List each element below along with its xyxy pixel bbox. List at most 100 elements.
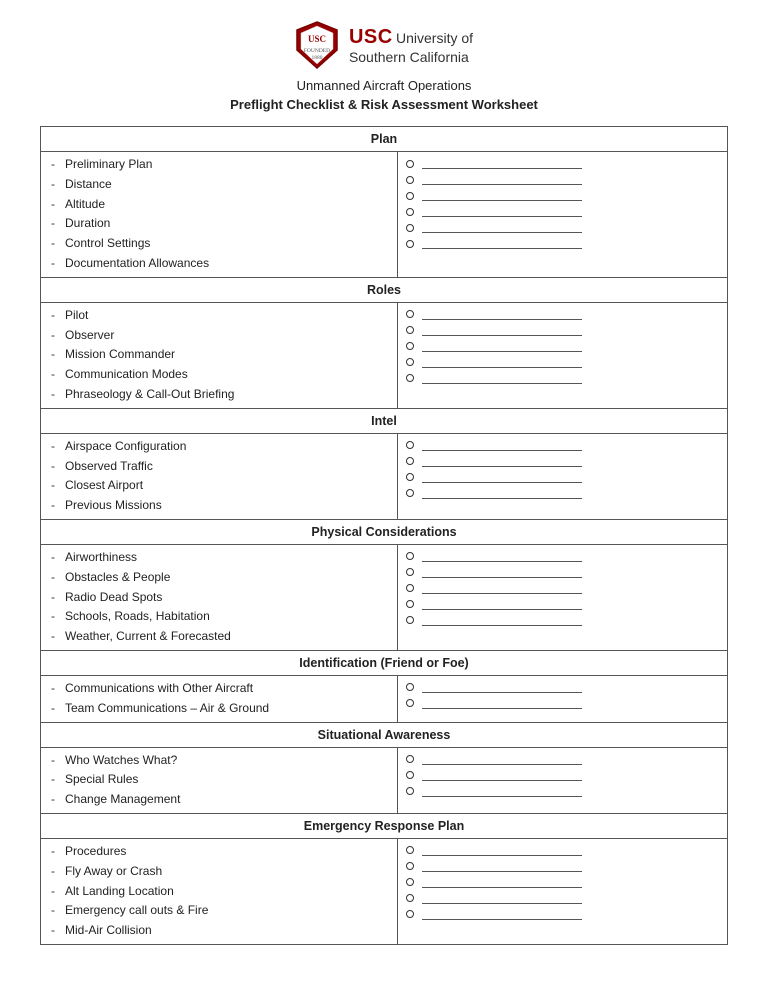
fill-line[interactable] xyxy=(422,890,582,904)
list-item: -Previous Missions xyxy=(51,496,391,516)
list-item: -Mid-Air Collision xyxy=(51,921,391,941)
fill-line[interactable] xyxy=(422,322,582,336)
check-row xyxy=(406,219,719,233)
section-left-5: -Who Watches What?-Special Rules-Change … xyxy=(41,747,398,813)
fill-line[interactable] xyxy=(422,469,582,483)
check-row xyxy=(406,874,719,888)
circle-icon xyxy=(406,457,414,465)
fill-line[interactable] xyxy=(422,203,582,217)
check-row xyxy=(406,338,719,352)
fill-line[interactable] xyxy=(422,783,582,797)
usc-fullname-line2: Southern California xyxy=(349,49,473,66)
fill-line[interactable] xyxy=(422,564,582,578)
fill-line[interactable] xyxy=(422,751,582,765)
check-row xyxy=(406,155,719,169)
list-item: -Airworthiness xyxy=(51,548,391,568)
item-label: Airworthiness xyxy=(65,548,137,568)
dash-icon: - xyxy=(51,306,61,326)
check-row xyxy=(406,370,719,384)
circle-icon xyxy=(406,616,414,624)
list-item: -Duration xyxy=(51,214,391,234)
dash-icon: - xyxy=(51,607,61,627)
fill-line[interactable] xyxy=(422,485,582,499)
circle-icon xyxy=(406,192,414,200)
dash-icon: - xyxy=(51,790,61,810)
fill-line[interactable] xyxy=(422,219,582,233)
section-header-3: Physical Considerations xyxy=(41,519,728,544)
fill-line[interactable] xyxy=(422,338,582,352)
circle-icon xyxy=(406,699,414,707)
circle-icon xyxy=(406,878,414,886)
fill-line[interactable] xyxy=(422,548,582,562)
section-left-4: -Communications with Other Aircraft-Team… xyxy=(41,675,398,722)
circle-icon xyxy=(406,568,414,576)
circle-icon xyxy=(406,473,414,481)
item-label: Change Management xyxy=(65,790,180,810)
list-item: -Special Rules xyxy=(51,770,391,790)
check-row xyxy=(406,171,719,185)
section-content-4: -Communications with Other Aircraft-Team… xyxy=(41,675,728,722)
circle-icon xyxy=(406,683,414,691)
fill-line[interactable] xyxy=(422,235,582,249)
fill-line[interactable] xyxy=(422,767,582,781)
dash-icon: - xyxy=(51,751,61,771)
check-row xyxy=(406,906,719,920)
list-item: -Closest Airport xyxy=(51,476,391,496)
section-content-0: -Preliminary Plan-Distance-Altitude-Dura… xyxy=(41,152,728,278)
list-item: -Team Communications – Air & Ground xyxy=(51,699,391,719)
svg-text:1880: 1880 xyxy=(311,55,322,61)
fill-line[interactable] xyxy=(422,842,582,856)
list-item: -Phraseology & Call-Out Briefing xyxy=(51,385,391,405)
check-row xyxy=(406,187,719,201)
dash-icon: - xyxy=(51,588,61,608)
fill-line[interactable] xyxy=(422,453,582,467)
section-content-3: -Airworthiness-Obstacles & People-Radio … xyxy=(41,544,728,650)
fill-line[interactable] xyxy=(422,679,582,693)
fill-line[interactable] xyxy=(422,306,582,320)
check-row xyxy=(406,485,719,499)
checklist-table: Plan-Preliminary Plan-Distance-Altitude-… xyxy=(40,126,728,945)
fill-line[interactable] xyxy=(422,596,582,610)
item-label: Radio Dead Spots xyxy=(65,588,162,608)
section-title-6: Emergency Response Plan xyxy=(41,813,728,838)
section-right-4 xyxy=(398,675,728,722)
list-item: -Change Management xyxy=(51,790,391,810)
fill-line[interactable] xyxy=(422,437,582,451)
list-item: -Documentation Allowances xyxy=(51,254,391,274)
fill-line[interactable] xyxy=(422,155,582,169)
check-row xyxy=(406,767,719,781)
fill-line[interactable] xyxy=(422,695,582,709)
fill-line[interactable] xyxy=(422,580,582,594)
fill-line[interactable] xyxy=(422,187,582,201)
circle-icon xyxy=(406,584,414,592)
fill-line[interactable] xyxy=(422,612,582,626)
section-right-0 xyxy=(398,152,728,278)
fill-line[interactable] xyxy=(422,171,582,185)
list-item: -Preliminary Plan xyxy=(51,155,391,175)
list-item: -Obstacles & People xyxy=(51,568,391,588)
dash-icon: - xyxy=(51,548,61,568)
fill-line[interactable] xyxy=(422,370,582,384)
usc-name-block: USC University of Southern California xyxy=(349,25,473,66)
dash-icon: - xyxy=(51,679,61,699)
section-content-6: -Procedures-Fly Away or Crash-Alt Landin… xyxy=(41,838,728,944)
fill-line[interactable] xyxy=(422,906,582,920)
fill-line[interactable] xyxy=(422,858,582,872)
check-row xyxy=(406,612,719,626)
list-item: -Radio Dead Spots xyxy=(51,588,391,608)
check-row xyxy=(406,354,719,368)
circle-icon xyxy=(406,910,414,918)
logo-area: USC FOUNDED 1880 USC University of South… xyxy=(295,20,473,70)
fill-line[interactable] xyxy=(422,354,582,368)
section-header-1: Roles xyxy=(41,277,728,302)
check-row xyxy=(406,842,719,856)
fill-line[interactable] xyxy=(422,874,582,888)
check-row xyxy=(406,322,719,336)
svg-text:USC: USC xyxy=(308,34,326,44)
dash-icon: - xyxy=(51,437,61,457)
dash-icon: - xyxy=(51,770,61,790)
item-label: Procedures xyxy=(65,842,126,862)
check-row xyxy=(406,679,719,693)
circle-icon xyxy=(406,552,414,560)
document-subtitle: Preflight Checklist & Risk Assessment Wo… xyxy=(230,97,538,112)
